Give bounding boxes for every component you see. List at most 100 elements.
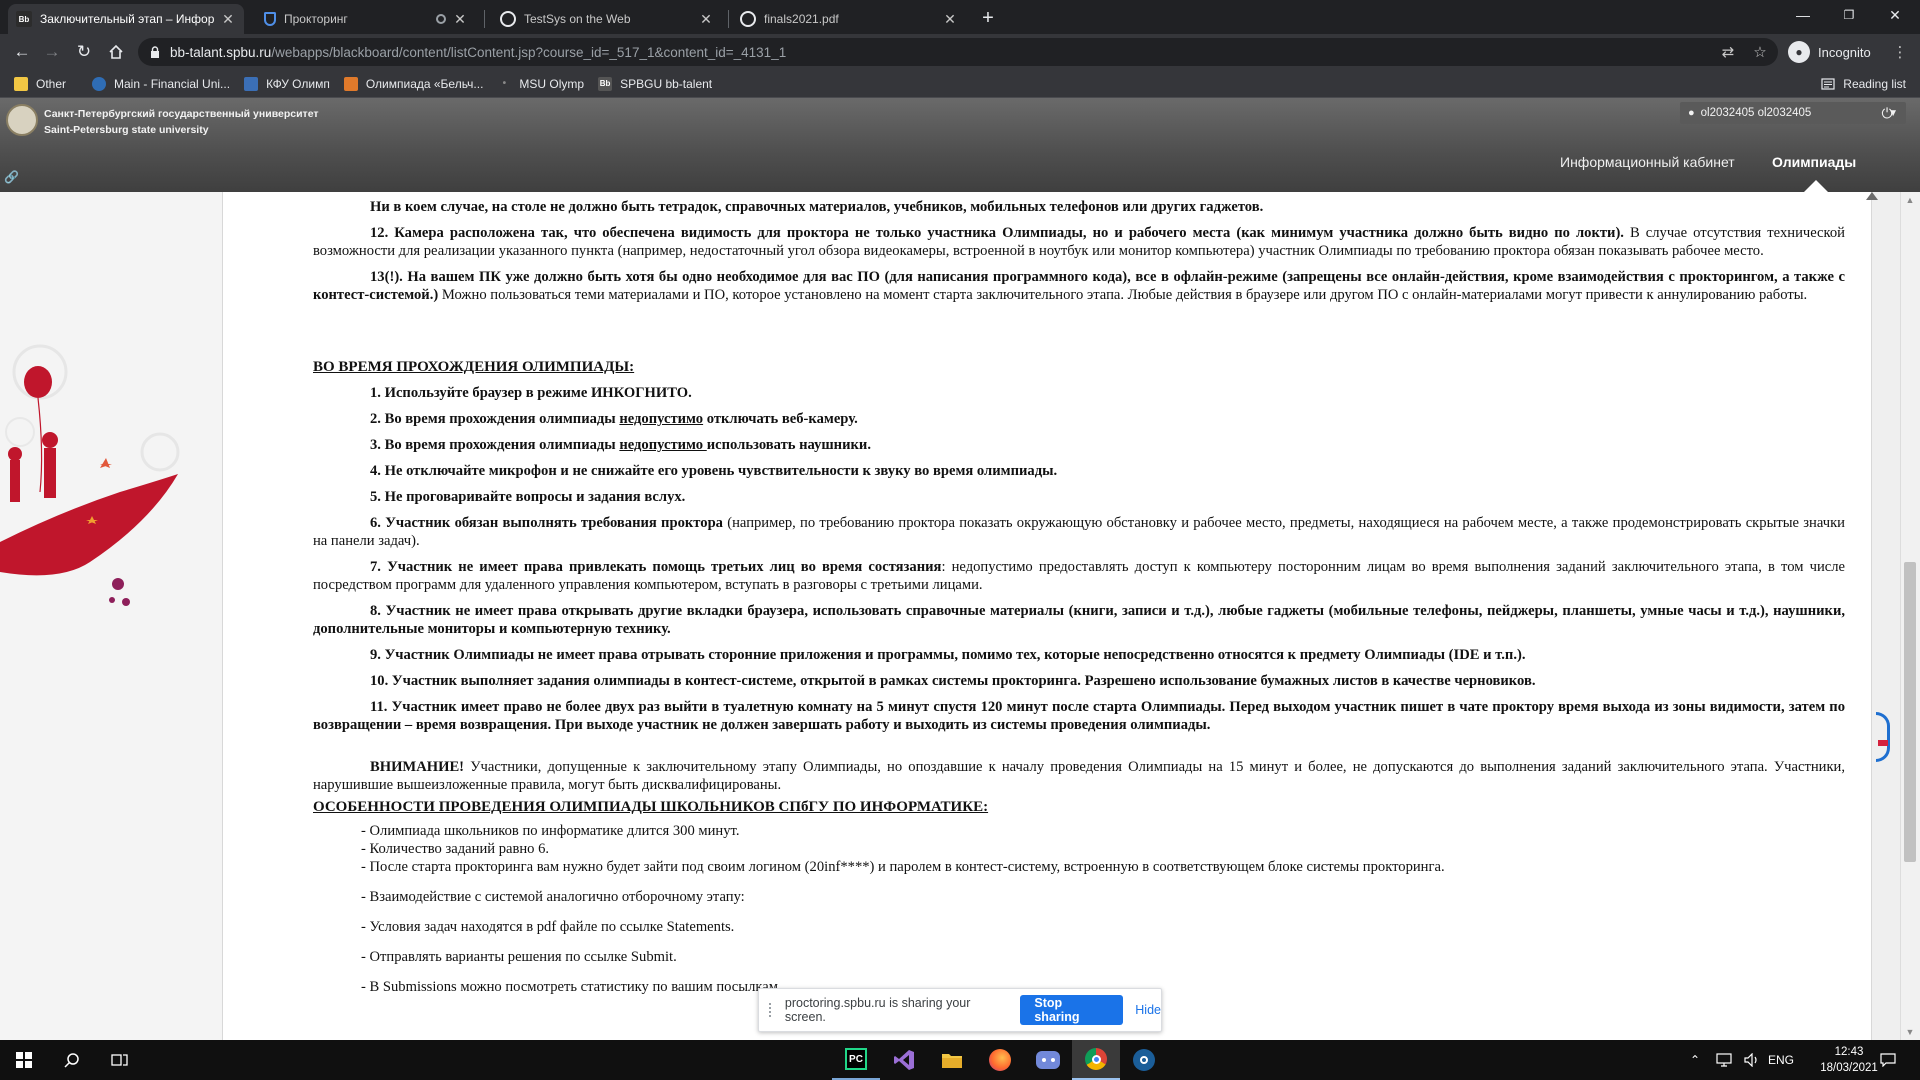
scroll-down-arrow-icon[interactable]: ▼ (1900, 1024, 1920, 1040)
bookmark-financial-uni[interactable]: Main - Financial Uni... (92, 76, 231, 91)
back-button[interactable]: ← (10, 40, 34, 64)
bookmark-star-icon[interactable]: ☆ (1748, 40, 1772, 64)
rule-text-bold: 3. Во время прохождения олимпиады (370, 437, 620, 453)
start-button[interactable] (0, 1040, 48, 1080)
incognito-profile-button[interactable]: ● Incognito (1788, 39, 1871, 65)
instructions-document: Ни в коем случае, на столе не должно быт… (313, 192, 1845, 996)
clock-time: 12:43 (1834, 1046, 1864, 1058)
bookmark-spbgu[interactable]: Bb SPBGU bb-talent (598, 76, 712, 91)
home-button[interactable] (104, 40, 128, 64)
rule-during-3: 3. Во время прохождения олимпиады недопу… (313, 436, 1845, 454)
notification-icon (1880, 1053, 1896, 1067)
scroll-up-arrow-icon[interactable]: ▲ (1900, 192, 1920, 208)
bookmark-kfu[interactable]: КФУ Олимп (244, 76, 330, 91)
home-icon (109, 44, 123, 59)
list-item: - Олимпиада школьников по информатике дл… (361, 823, 740, 839)
discord-app[interactable] (1024, 1040, 1072, 1080)
logout-power-icon[interactable]: ⏻ (1876, 102, 1898, 124)
university-name-en: Saint-Petersburg state university (44, 124, 209, 136)
close-icon[interactable]: ✕ (698, 11, 714, 27)
chevron-up-icon: ⌃ (1690, 1053, 1701, 1067)
reload-button[interactable]: ↻ (72, 40, 96, 64)
rule-text-bold: использовать наушники. (706, 437, 871, 453)
bookmark-label: Other (36, 76, 67, 91)
restore-button[interactable]: ❐ (1826, 0, 1872, 30)
volume-icon[interactable] (1744, 1040, 1760, 1080)
reading-list-icon (1821, 78, 1835, 90)
close-icon[interactable]: ✕ (220, 11, 236, 27)
bookmark-label: Олимпиада «Бельч... (365, 76, 484, 91)
rule-text-bold: 4. Не отключайте микрофон и не снижайте … (370, 463, 1058, 479)
rule-during-2: 2. Во время прохождения олимпиады недопу… (313, 410, 1845, 428)
visual-studio-app[interactable] (880, 1040, 928, 1080)
hide-sharing-bar-button[interactable]: Hide (1135, 1003, 1161, 1017)
browser-toolbar: ← → ↻ bb-talant.spbu.ru/webapps/blackboa… (0, 34, 1920, 70)
pycharm-app[interactable]: PC (832, 1040, 880, 1080)
stop-sharing-button[interactable]: Stop sharing (1020, 995, 1124, 1025)
forward-button[interactable]: → (40, 40, 64, 64)
discord-icon (1036, 1051, 1060, 1069)
bookmark-belchonok[interactable]: Олимпиада «Бельч... (343, 76, 484, 91)
kfu-icon (244, 76, 259, 91)
steam-app[interactable] (1120, 1040, 1168, 1080)
sharing-status-text: proctoring.spbu.ru is sharing your scree… (784, 996, 971, 1024)
profile-label: Incognito (1818, 44, 1871, 60)
task-view-button[interactable] (96, 1040, 144, 1080)
address-bar[interactable]: bb-talant.spbu.ru/webapps/blackboard/con… (138, 38, 1778, 66)
rule-no-materials: Ни в коем случае, на столе не должно быт… (313, 198, 1845, 216)
section-heading-during: ВО ВРЕМЯ ПРОХОЖДЕНИЯ ОЛИМПИАДЫ: (313, 359, 635, 375)
system-clock[interactable]: 12:43 18/03/2021 (1816, 1044, 1882, 1076)
university-name-ru: Санкт-Петербургский государственный унив… (44, 108, 319, 120)
firefox-app[interactable] (976, 1040, 1024, 1080)
network-monitor-icon (1716, 1053, 1732, 1067)
file-explorer-app[interactable] (928, 1040, 976, 1080)
chrome-app[interactable] (1072, 1040, 1120, 1080)
minimize-button[interactable]: — (1780, 0, 1826, 30)
window-close-button[interactable]: ✕ (1872, 0, 1918, 30)
translate-icon[interactable]: ⇄ (1716, 40, 1740, 64)
scrollbar-thumb[interactable] (1904, 562, 1916, 862)
globe-icon (500, 11, 516, 27)
chrome-icon (1085, 1048, 1107, 1070)
content-panel: Ни в коем случае, на столе не должно быт… (222, 192, 1872, 1040)
menu-icon[interactable]: ⋮ (1888, 40, 1912, 64)
link-icon[interactable]: 🔗 (4, 170, 19, 184)
rule-emphasis: недопустимо (619, 411, 704, 427)
rule-text-bold: 2. Во время прохождения олимпиады (370, 411, 620, 427)
rule-text-bold: 9. Участник Олимпиады не имеет права отр… (370, 647, 1526, 663)
rule-text-bold: отключать веб-камеру. (703, 411, 858, 427)
bookmark-label: Main - Financial Uni... (114, 76, 231, 91)
lock-icon (151, 46, 159, 58)
rule-text-bold: 8. Участник не имеет права открывать дру… (313, 603, 1845, 637)
new-tab-button[interactable]: + (976, 6, 1000, 30)
tab-proctoring[interactable]: Прокторинг ✕ (256, 4, 476, 34)
tab-label: Прокторинг (284, 12, 348, 26)
close-icon[interactable]: ✕ (452, 11, 468, 27)
show-hidden-icons-button[interactable]: ⌃ (1690, 1040, 1700, 1080)
rule-text-bold: 5. Не проговаривайте вопросы и задания в… (370, 489, 686, 505)
content-scroll-up-icon[interactable] (1866, 192, 1878, 200)
list-item: - Условия задач находятся в pdf файле по… (361, 919, 735, 935)
network-icon[interactable] (1716, 1040, 1734, 1080)
screen-sharing-bar: proctoring.spbu.ru is sharing your scree… (758, 988, 1162, 1032)
rule-during-8: 8. Участник не имеет права открывать дру… (313, 602, 1845, 638)
search-button[interactable] (48, 1040, 96, 1080)
bookmark-other[interactable]: Other (14, 76, 67, 91)
tab-finals-pdf[interactable]: finals2021.pdf ✕ (732, 4, 966, 34)
notifications-button[interactable] (1880, 1040, 1896, 1080)
fa-icon (92, 76, 107, 91)
nav-olympiads[interactable]: Олимпиады (1772, 154, 1856, 170)
reading-list-button[interactable]: Reading list (1821, 70, 1906, 98)
url-path: /webapps/blackboard/content/listContent.… (271, 44, 787, 60)
list-item: - Отправлять варианты решения по ссылке … (361, 949, 677, 965)
input-language[interactable]: ENG (1768, 1040, 1794, 1080)
tab-testsys[interactable]: TestSys on the Web ✕ (492, 4, 722, 34)
user-menu[interactable]: ● ol2032405 ol2032405 ▼ (1680, 102, 1906, 124)
bookmark-msu[interactable]: • MSU Olymp (497, 77, 584, 91)
nav-info-cabinet[interactable]: Информационный кабинет (1560, 154, 1735, 170)
tab-final-stage[interactable]: Bb Заключительный этап – Инфор ✕ (8, 4, 244, 34)
close-icon[interactable]: ✕ (942, 11, 958, 27)
tab-separator (484, 10, 485, 28)
drag-handle-icon[interactable] (769, 1003, 777, 1017)
